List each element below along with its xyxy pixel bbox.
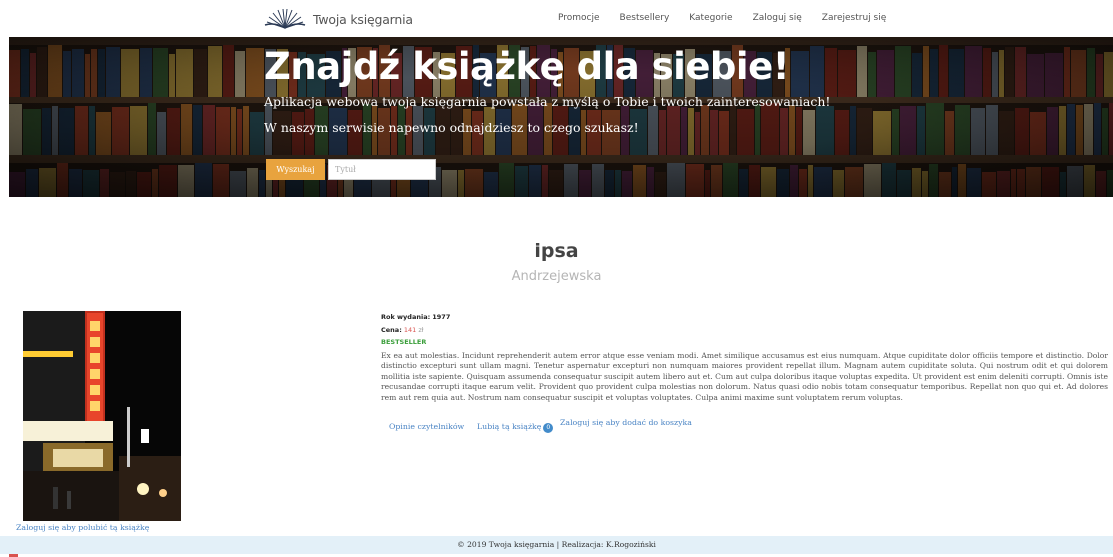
price: Cena: 141 zł	[381, 326, 424, 334]
hero-subtitle: Aplikacja webowa twoja księgarnia powsta…	[264, 94, 831, 109]
search-button[interactable]: Wyszukaj	[266, 159, 325, 180]
price-value: 141	[403, 326, 417, 334]
login-to-like-link[interactable]: Zaloguj się aby polubić tą książkę	[16, 523, 149, 532]
reviews-link[interactable]: Opinie czytelników	[389, 422, 464, 431]
brand-link[interactable]: Twoja księgarnia	[263, 6, 413, 32]
book-details: Rok wydania: 1977 Cena: 141 zł BESTSELLE…	[381, 311, 1108, 403]
nav-kategorie[interactable]: Kategorie	[689, 13, 732, 23]
hero-banner: Znajdź książkę dla siebie! Aplikacja web…	[9, 37, 1113, 197]
book-cover-image	[23, 311, 181, 521]
hero-subtitle-2: W naszym serwisie napewno odnajdziesz to…	[264, 120, 639, 135]
nav-promocje[interactable]: Promocje	[558, 13, 600, 23]
likes-label: Lubią tą książkę	[477, 422, 542, 431]
login-to-add-to-cart-link[interactable]: Zaloguj się aby dodać do koszyka	[560, 418, 692, 427]
navbar: Twoja księgarnia Promocje Bestsellery Ka…	[0, 0, 1113, 37]
nav-bestsellery[interactable]: Bestsellery	[620, 13, 670, 23]
likes-count-badge: 0	[543, 423, 554, 433]
footer: © 2019 Twoja księgarnia | Realizacja: K.…	[0, 536, 1113, 554]
nav-login[interactable]: Zaloguj się	[753, 13, 802, 23]
open-book-logo-icon	[264, 8, 306, 29]
nav-register[interactable]: Zarejestruj się	[822, 13, 886, 23]
search-title-input[interactable]	[328, 159, 436, 180]
book-title: ipsa	[534, 240, 579, 262]
currency: zł	[418, 326, 424, 334]
publication-year: Rok wydania: 1977	[381, 313, 451, 321]
bestseller-badge: BESTSELLER	[381, 338, 427, 346]
book-author: Andrzejewska	[511, 269, 602, 284]
brand-name: Twoja księgarnia	[313, 11, 413, 27]
likes-link[interactable]: Lubią tą książkę 0	[477, 422, 554, 433]
nav-menu: Promocje Bestsellery Kategorie Zaloguj s…	[558, 13, 906, 23]
hero-title: Znajdź książkę dla siebie!	[264, 45, 790, 88]
book-description: Ex ea aut molestias. Incidunt reprehende…	[381, 351, 1108, 402]
